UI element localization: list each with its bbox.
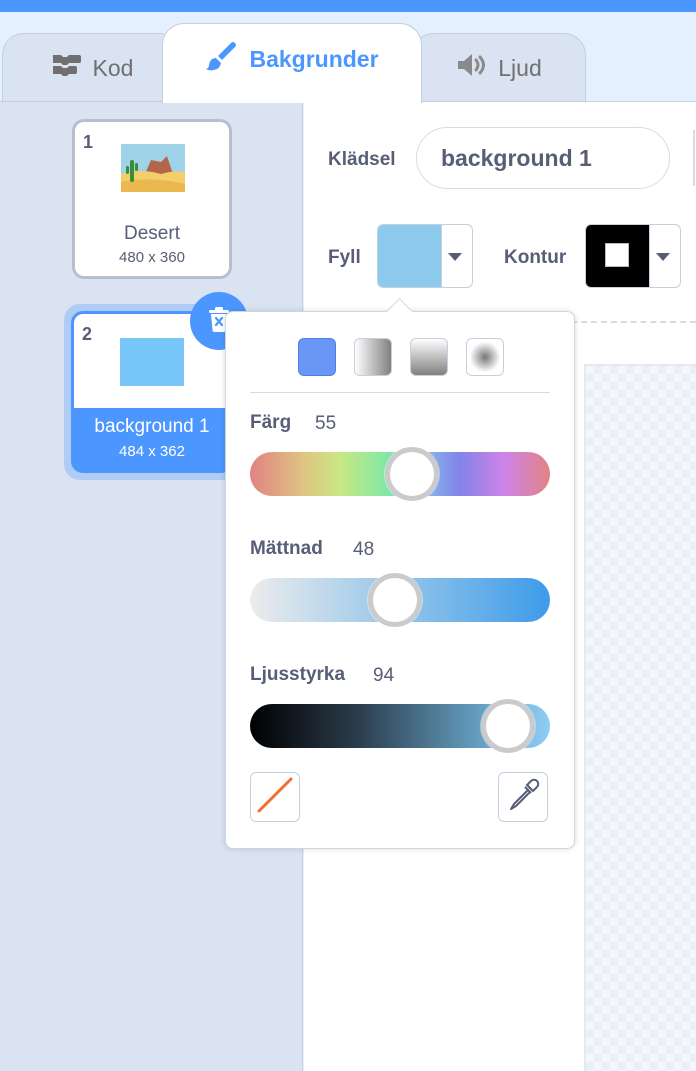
backdrop-size: 484 x 362: [119, 443, 185, 460]
tab-sounds[interactable]: Ljud: [412, 33, 586, 102]
gradient-solid-button[interactable]: [298, 338, 336, 376]
costume-name-label: Klädsel: [328, 149, 396, 170]
costume-name-input[interactable]: background 1: [416, 127, 670, 189]
desert-thumbnail: [121, 144, 185, 192]
background-thumbnail: [120, 338, 184, 386]
paint-canvas[interactable]: [584, 364, 696, 1071]
popover-divider: [250, 392, 550, 393]
backdrop-number: 2: [82, 324, 93, 344]
backdrop-name: background 1: [94, 416, 210, 437]
backdrop-item-desert[interactable]: 1 Desert 480 x 360: [72, 119, 232, 279]
gradient-horizontal-button[interactable]: [354, 338, 392, 376]
outline-inner-square: [605, 243, 629, 267]
hue-label: Färg: [250, 412, 292, 433]
hue-slider-handle[interactable]: [385, 447, 440, 501]
hue-value: 55: [315, 413, 337, 434]
toolbar-divider: [693, 130, 695, 186]
gradient-vertical-button[interactable]: [410, 338, 448, 376]
brightness-slider-handle[interactable]: [481, 699, 536, 753]
tab-backdrops-label: Bakgrunder: [249, 46, 379, 72]
tab-backdrops[interactable]: Bakgrunder: [162, 23, 422, 103]
chevron-down-icon: [448, 253, 462, 261]
color-picker-popover: Färg 55 Mättnad 48 Ljusstyrka 94: [225, 298, 575, 849]
paintbrush-icon: [205, 40, 239, 80]
saturation-label: Mättnad: [250, 538, 323, 559]
tab-sounds-label: Ljud: [498, 54, 542, 81]
fill-label: Fyll: [328, 247, 361, 268]
tab-code-label: Kod: [92, 54, 134, 81]
speaker-icon: [456, 52, 488, 84]
fill-color-dropdown[interactable]: [377, 224, 473, 288]
backdrop-number: 1: [83, 132, 94, 152]
saturation-slider-handle[interactable]: [368, 573, 423, 627]
no-color-icon: [255, 775, 295, 820]
backdrop-name: Desert: [124, 223, 180, 244]
outline-color-dropdown[interactable]: [585, 224, 681, 288]
top-accent-bar: [0, 0, 696, 12]
chevron-down-icon: [656, 253, 670, 261]
eyedropper-button[interactable]: [498, 772, 548, 822]
fill-color-swatch: [378, 225, 442, 287]
outline-color-swatch: [586, 225, 650, 287]
no-color-button[interactable]: [250, 772, 300, 822]
tab-code[interactable]: Kod: [2, 33, 182, 102]
saturation-value: 48: [353, 539, 375, 560]
backdrop-size: 480 x 360: [119, 249, 185, 266]
gradient-radial-button[interactable]: [466, 338, 504, 376]
eyedropper-icon: [506, 778, 540, 817]
code-blocks-icon: [51, 53, 83, 83]
brightness-value: 94: [373, 665, 395, 686]
brightness-label: Ljusstyrka: [250, 664, 346, 685]
outline-label: Kontur: [504, 247, 567, 268]
